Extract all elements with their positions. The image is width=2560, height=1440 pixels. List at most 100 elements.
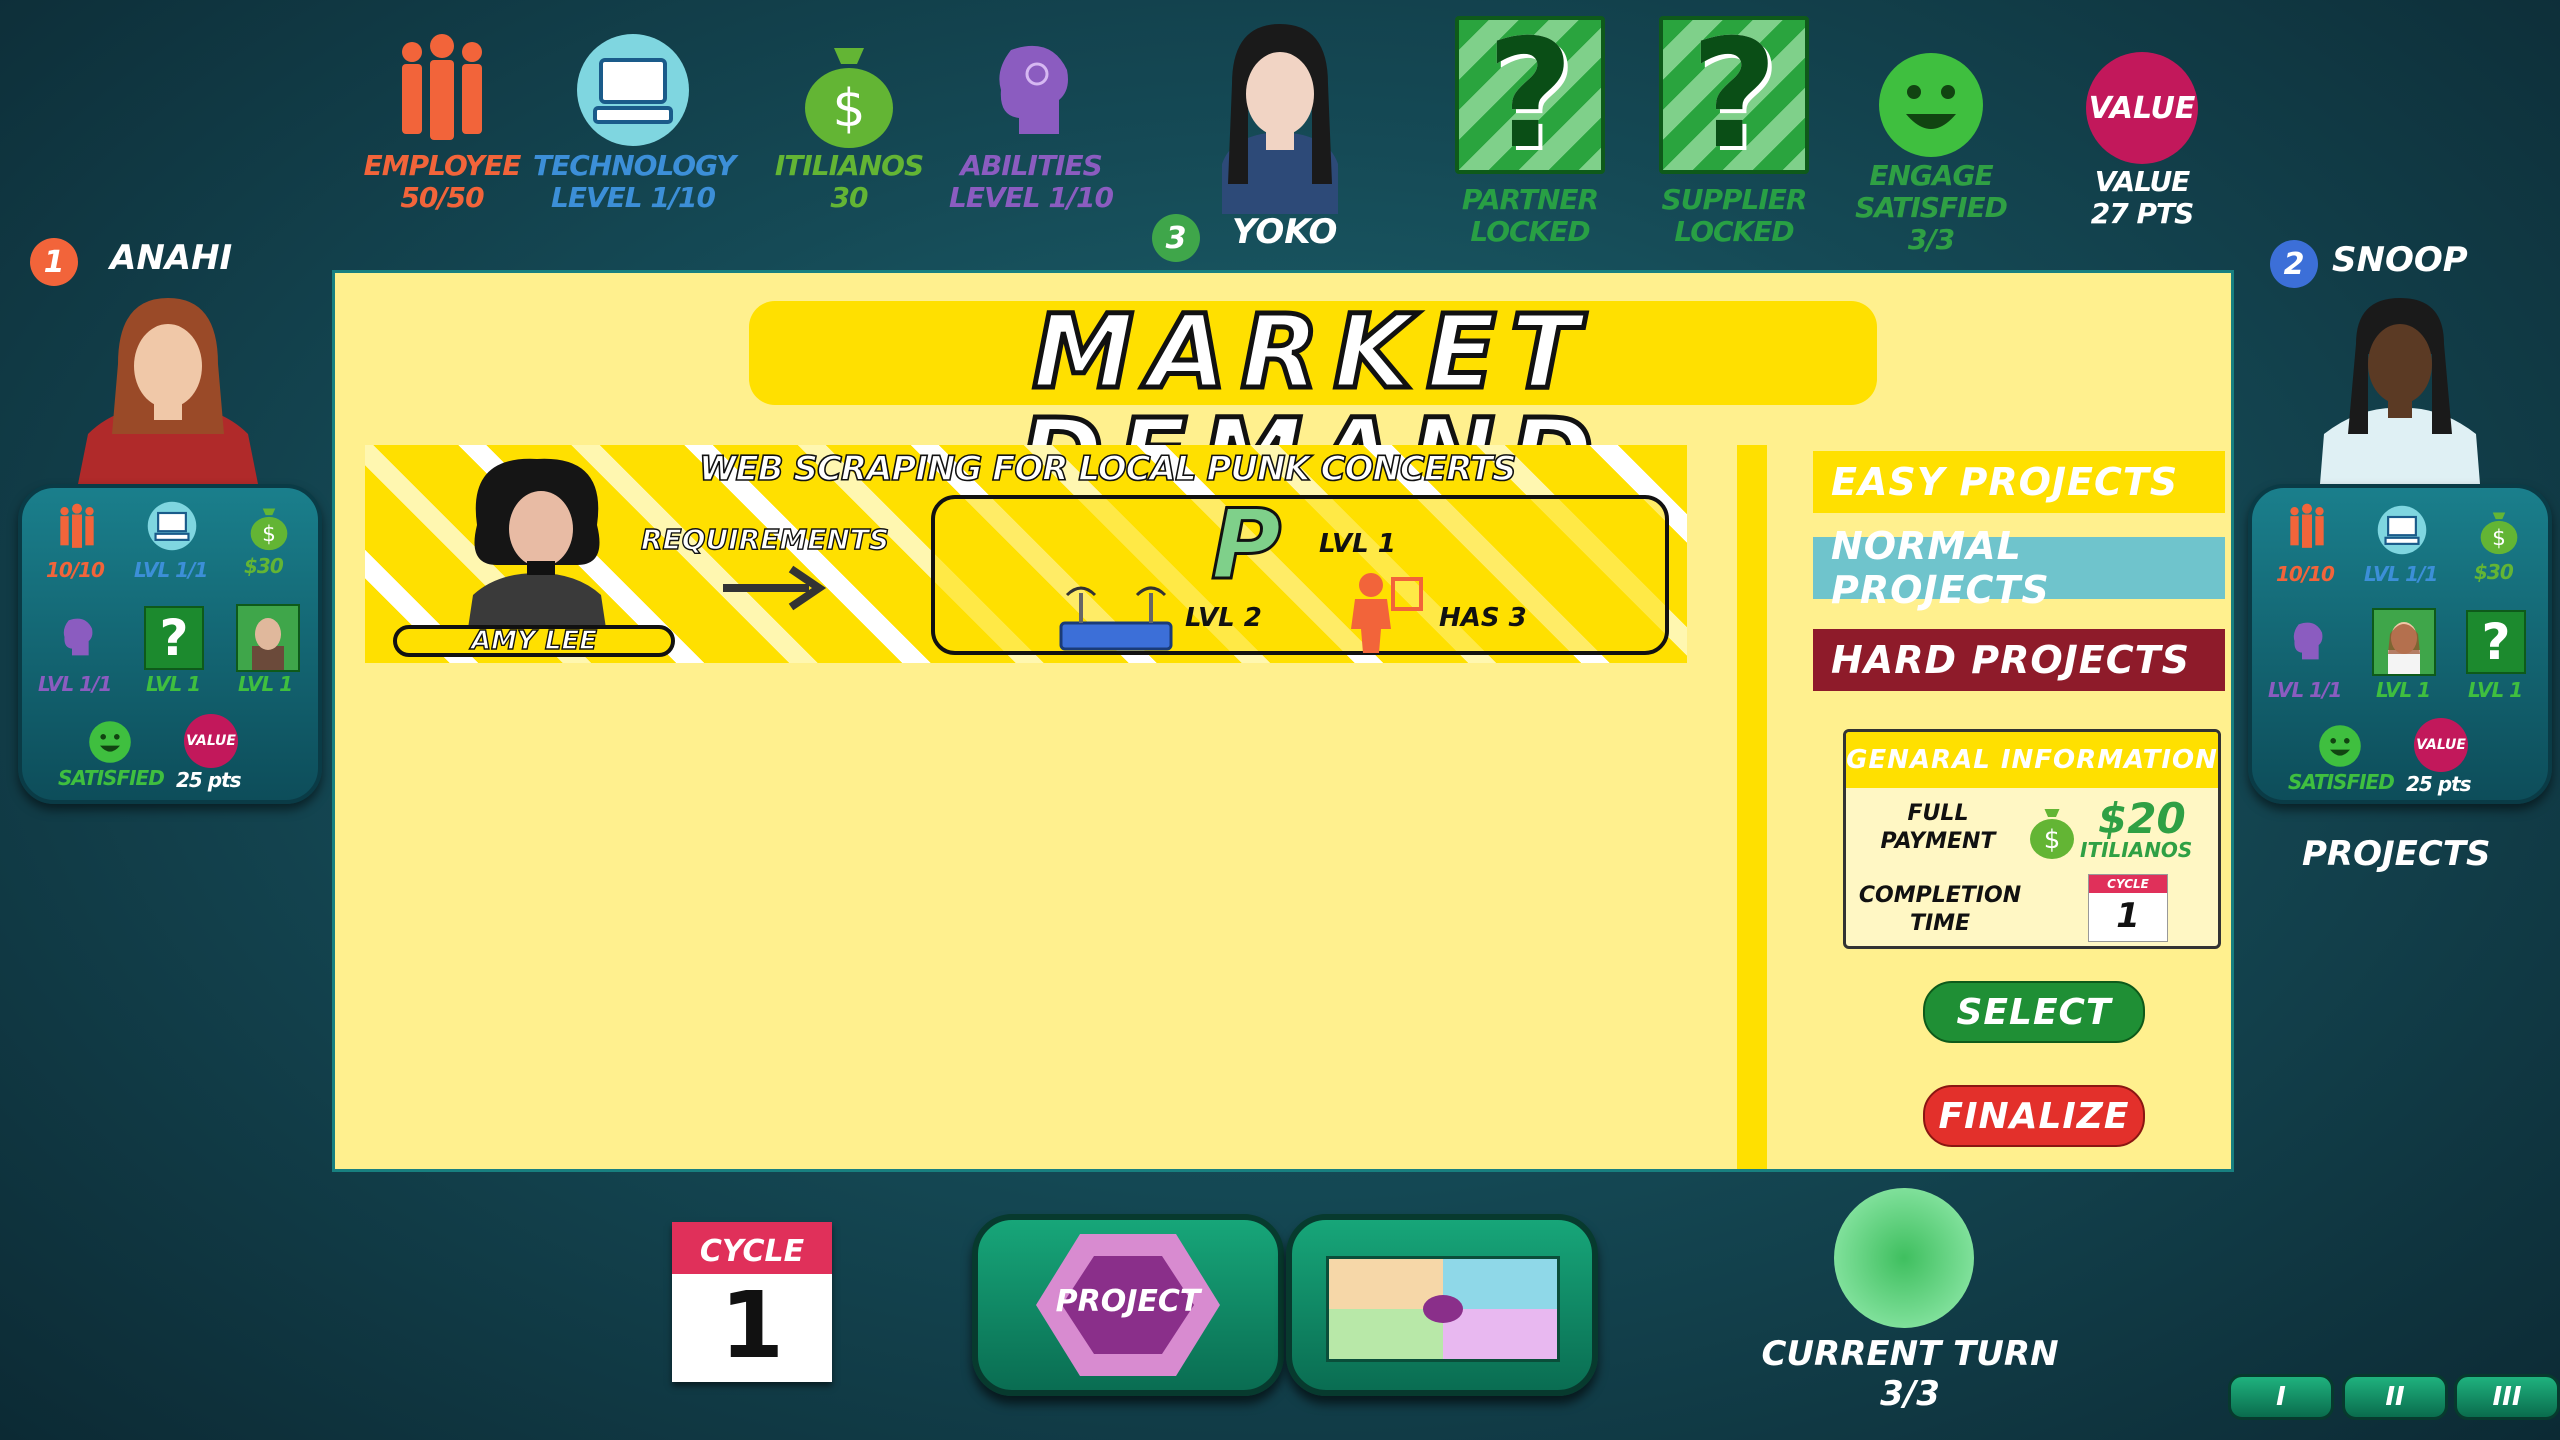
router-icon bbox=[1051, 575, 1181, 655]
right-projects-label[interactable]: PROJECTS bbox=[2302, 834, 2491, 874]
payment-unit: ITILIANOS bbox=[2080, 838, 2193, 862]
board-title-bar: MARKET DEMAND bbox=[749, 298, 1877, 511]
technology-stat: TECHNOLOGY LEVEL 1/10 bbox=[533, 30, 736, 214]
left-player-number: 1 bbox=[43, 244, 65, 280]
value-icon: VALUE bbox=[2082, 50, 2202, 166]
general-info-box: GENARAL INFORMATION FULL PAYMENT $ $20 I… bbox=[1843, 729, 2221, 949]
smiley-icon bbox=[1871, 50, 1991, 160]
partner-stat: ? PARTNER LOCKED bbox=[1430, 16, 1630, 248]
cycle-calendar-label: CYCLE bbox=[672, 1222, 832, 1274]
completion-calendar-label: CYCLE bbox=[2089, 875, 2167, 893]
cycle-calendar-value: 1 bbox=[719, 1272, 784, 1379]
payment-money-icon: $ bbox=[2022, 798, 2082, 862]
payment-value: $20 bbox=[2098, 794, 2186, 843]
right-value-icon: VALUE bbox=[2414, 718, 2468, 772]
employee-requirement: HAS 3 bbox=[1439, 603, 1527, 633]
left-value-value: 25 pts bbox=[176, 768, 242, 792]
engage-stat: ENGAGE SATISFIED 3/3 bbox=[1831, 50, 2031, 256]
left-employee-value: 10/10 bbox=[46, 558, 105, 582]
left-supplier-value: LVL 1 bbox=[238, 672, 293, 696]
right-player-avatar bbox=[2300, 284, 2500, 484]
general-info-header: GENARAL INFORMATION bbox=[1846, 732, 2218, 788]
finalize-button[interactable]: FINALIZE bbox=[1923, 1085, 2145, 1147]
current-player-name: YOKO bbox=[1232, 212, 1338, 252]
right-abilities-icon bbox=[2282, 616, 2332, 666]
svg-text:$: $ bbox=[262, 522, 276, 547]
requirements-label: REQUIREMENTS bbox=[640, 522, 890, 556]
engage-value: 3/3 bbox=[1907, 223, 1955, 256]
right-money-value: $30 bbox=[2474, 560, 2514, 584]
round-button-3[interactable]: III bbox=[2454, 1374, 2560, 1420]
tech-requirement-level: LVL 2 bbox=[1185, 603, 1262, 633]
left-player-name: ANAHI bbox=[110, 238, 233, 278]
abilities-value: LEVEL 1/10 bbox=[948, 181, 1114, 214]
right-value-value: 25 pts bbox=[2406, 772, 2472, 796]
project-button-label: PROJECT bbox=[1055, 1284, 1201, 1319]
left-abilities-icon bbox=[52, 612, 102, 662]
partner-label: PARTNER bbox=[1461, 183, 1599, 216]
engage-status: SATISFIED bbox=[1855, 191, 2008, 224]
business-model-button[interactable] bbox=[1286, 1214, 1598, 1396]
round-button-1[interactable]: I bbox=[2228, 1374, 2334, 1420]
value-label: VALUE bbox=[2094, 165, 2191, 198]
right-player-name: SNOOP bbox=[2332, 240, 2468, 280]
project-button[interactable]: PROJECT bbox=[972, 1214, 1284, 1396]
employee-label: EMPLOYEE bbox=[363, 149, 522, 182]
abilities-requirement-icon: P bbox=[1209, 488, 1282, 603]
value-stat: VALUE VALUE 27 PTS bbox=[2042, 50, 2242, 230]
right-player-panel: 10/10 LVL 1/1 $ $30 LVL 1/1 LVL 1 ? LVL … bbox=[2248, 484, 2552, 804]
right-money-icon: $ bbox=[2474, 502, 2524, 558]
right-partner-value: LVL 1 bbox=[2376, 678, 2431, 702]
current-turn-value: 3/3 bbox=[1880, 1374, 1940, 1414]
payment-label: FULL PAYMENT bbox=[1880, 801, 1996, 854]
left-player-panel: 10/10 LVL 1/1 $ $30 LVL 1/1 ? LVL 1 LVL … bbox=[18, 484, 322, 804]
employee-value: 50/50 bbox=[400, 181, 484, 214]
supplier-locked-icon: ? bbox=[1659, 16, 1809, 174]
svg-text:$: $ bbox=[2044, 825, 2061, 855]
easy-projects-button[interactable]: EASY PROJECTS bbox=[1813, 451, 2225, 513]
player-number: 3 bbox=[1165, 220, 1187, 256]
current-turn-label: CURRENT TURN bbox=[1761, 1334, 2059, 1374]
left-value-icon: VALUE bbox=[184, 714, 238, 768]
business-model-canvas-icon bbox=[1326, 1256, 1560, 1362]
right-player-badge: 2 bbox=[2270, 240, 2318, 288]
player-number-badge: 3 bbox=[1152, 214, 1200, 262]
right-satisfied-icon bbox=[2318, 724, 2362, 768]
right-employee-icon bbox=[2282, 502, 2332, 552]
svg-text:$: $ bbox=[2492, 526, 2506, 551]
hard-projects-button[interactable]: HARD PROJECTS bbox=[1813, 629, 2225, 691]
worker-icon bbox=[1335, 569, 1425, 655]
computer-icon bbox=[573, 30, 693, 150]
project-card[interactable]: AMY LEE WEB SCRAPING FOR LOCAL PUNK CONC… bbox=[365, 445, 1687, 663]
arrow-right-icon bbox=[719, 563, 829, 613]
client-avatar bbox=[437, 445, 637, 635]
value-icon-text: VALUE bbox=[2086, 52, 2198, 164]
current-player-avatar bbox=[1192, 14, 1368, 214]
market-demand-board: MARKET DEMAND AMY LEE WEB SCRAPING FOR L… bbox=[332, 270, 2234, 1172]
left-satisfied-icon bbox=[88, 720, 132, 764]
value-value: 27 PTS bbox=[2090, 197, 2195, 230]
employee-icon bbox=[382, 30, 502, 150]
svg-text:$: $ bbox=[832, 79, 865, 139]
round-button-2[interactable]: II bbox=[2342, 1374, 2448, 1420]
project-title: WEB SCRAPING FOR LOCAL PUNK CONCERTS bbox=[698, 448, 1517, 490]
requirements-box: P LVL 1 LVL 2 HAS 3 bbox=[931, 488, 1669, 655]
board-divider bbox=[1737, 445, 1767, 1169]
right-supplier-value: LVL 1 bbox=[2468, 678, 2523, 702]
left-player-avatar bbox=[68, 284, 268, 484]
technology-label: TECHNOLOGY bbox=[533, 149, 736, 182]
money-bag-icon: $ bbox=[789, 30, 909, 150]
right-computer-icon bbox=[2376, 504, 2428, 556]
normal-projects-button[interactable]: NORMAL PROJECTS bbox=[1813, 524, 2225, 612]
client-name: AMY LEE bbox=[393, 625, 675, 657]
select-button[interactable]: SELECT bbox=[1923, 981, 2145, 1043]
completion-calendar-icon: CYCLE 1 bbox=[2088, 874, 2168, 942]
current-turn-indicator bbox=[1834, 1188, 1974, 1328]
right-supplier-locked-icon: ? bbox=[2466, 610, 2526, 674]
left-employee-icon bbox=[52, 502, 102, 552]
left-computer-icon bbox=[146, 500, 198, 552]
brain-head-icon bbox=[971, 30, 1091, 150]
right-satisfied-label: SATISFIED bbox=[2288, 770, 2395, 794]
right-partner-avatar bbox=[2372, 608, 2436, 676]
engage-label: ENGAGE bbox=[1869, 159, 1993, 192]
